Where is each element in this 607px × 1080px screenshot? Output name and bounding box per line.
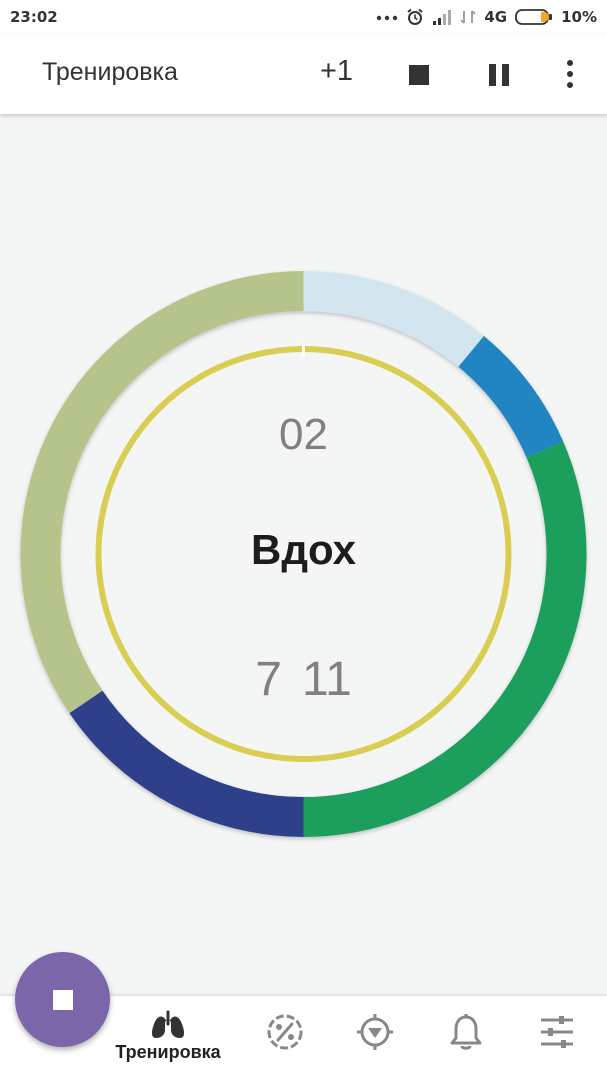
bell-icon <box>450 1014 482 1050</box>
ring-segment-0 <box>303 271 484 367</box>
nav-item-label: Тренировка <box>115 1042 221 1062</box>
breathing-ring <box>20 271 587 837</box>
nav-item-training[interactable]: Тренировка <box>115 996 221 1080</box>
stop-icon <box>52 989 73 1010</box>
inner-progress-ring <box>95 346 512 762</box>
stop-session-fab[interactable] <box>15 952 110 1047</box>
lungs-icon <box>151 1010 185 1038</box>
more-options-button[interactable] <box>556 56 584 92</box>
stop-icon <box>409 65 429 85</box>
stop-button[interactable] <box>404 60 434 90</box>
page-title: Тренировка <box>42 58 178 86</box>
pause-icon-bar <box>502 64 509 86</box>
nav-item-reminders[interactable] <box>416 996 516 1080</box>
sliders-icon <box>541 1016 573 1048</box>
ring-segment-1 <box>458 335 564 458</box>
compass-down-icon <box>357 1014 393 1050</box>
percent-dial-icon <box>267 1014 303 1050</box>
nav-item-stats[interactable] <box>235 996 335 1080</box>
breathing-ring-area: 02 Вдох 7 11 <box>0 0 607 1080</box>
app-bar: Тренировка +1 <box>0 34 607 114</box>
pause-button[interactable] <box>484 60 514 90</box>
ring-segment-2 <box>303 441 587 837</box>
nav-item-navigation[interactable] <box>325 996 425 1080</box>
more-vert-icon-dot <box>567 82 573 88</box>
more-vert-icon <box>567 60 573 66</box>
plus-one-button[interactable]: +1 <box>320 55 353 88</box>
more-vert-icon-dot <box>567 71 573 77</box>
nav-item-settings[interactable] <box>507 996 607 1080</box>
pause-icon <box>489 64 496 86</box>
